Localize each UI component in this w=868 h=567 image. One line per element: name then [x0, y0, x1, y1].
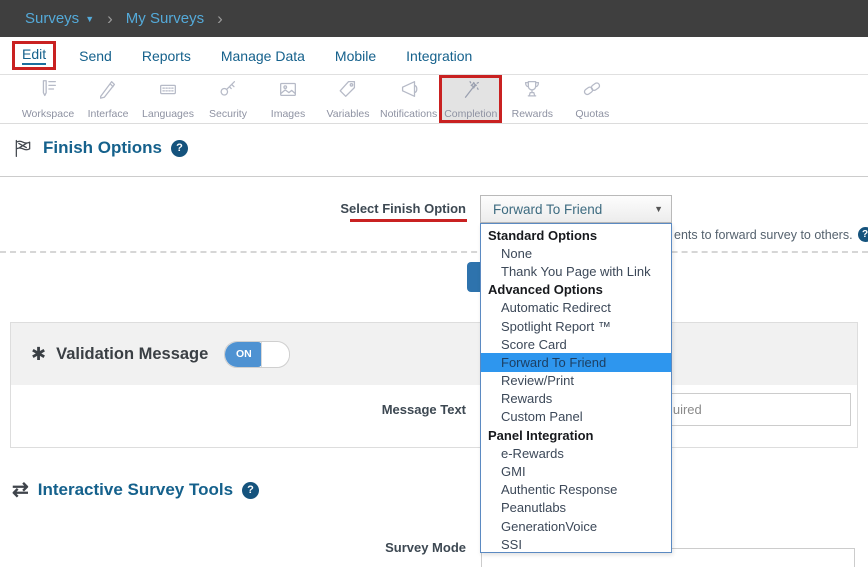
picture-icon: [276, 78, 300, 105]
megaphone-icon: [397, 78, 421, 105]
toolbar-label: Rewards: [512, 108, 553, 120]
toolbar-item-notifications[interactable]: Notifications: [378, 75, 439, 123]
toolbar-item-images[interactable]: Images: [258, 75, 318, 123]
dropdown-option[interactable]: Rewards: [481, 390, 671, 408]
toolbar-item-rewards[interactable]: Rewards: [502, 75, 562, 123]
toolbar-item-workspace[interactable]: Workspace: [18, 75, 78, 123]
dropdown-option[interactable]: SSI: [481, 535, 671, 553]
menu-item-send[interactable]: Send: [79, 48, 112, 64]
validation-toggle[interactable]: ON: [224, 341, 290, 368]
toolbar-label: Completion: [444, 108, 497, 120]
main-menu-bar: Edit Send Reports Manage Data Mobile Int…: [0, 37, 868, 75]
swap-arrows-icon: ⇄: [12, 480, 29, 500]
section-divider: [0, 176, 868, 177]
dropdown-group-label: Advanced Options: [481, 281, 671, 299]
dropdown-option[interactable]: e-Rewards: [481, 444, 671, 462]
toolbar-label: Languages: [142, 108, 194, 120]
breadcrumb-separator-icon: ›: [107, 10, 113, 27]
dropdown-option[interactable]: Score Card: [481, 335, 671, 353]
dropdown-option[interactable]: Spotlight Report ™: [481, 317, 671, 335]
toolbar-item-completion[interactable]: Completion: [439, 75, 502, 123]
breadcrumb-my-surveys[interactable]: My Surveys: [126, 10, 204, 27]
toggle-knob: [261, 342, 289, 367]
validation-message-card: ✱ Validation Message ON: [10, 322, 858, 448]
interactive-tools-title: Interactive Survey Tools: [38, 480, 233, 500]
edit-toolbar: Workspace Interface Languages Security I…: [0, 75, 868, 124]
finish-option-select[interactable]: Forward To Friend ▼: [480, 195, 672, 223]
tag-icon: [336, 78, 360, 105]
menu-item-mobile[interactable]: Mobile: [335, 48, 376, 64]
menu-item-edit[interactable]: Edit: [22, 46, 46, 65]
dropdown-option[interactable]: Review/Print: [481, 372, 671, 390]
select-arrow-icon: ▼: [654, 204, 663, 214]
dropdown-option[interactable]: None: [481, 244, 671, 262]
toggle-on-label: ON: [225, 342, 262, 367]
dropdown-option[interactable]: Automatic Redirect: [481, 299, 671, 317]
dropdown-option[interactable]: Thank You Page with Link: [481, 262, 671, 280]
annotation-box-edit: Edit: [12, 41, 56, 70]
toolbar-item-security[interactable]: Security: [198, 75, 258, 123]
dropdown-option[interactable]: Peanutlabs: [481, 499, 671, 517]
finish-options-header: Finish Options ?: [12, 138, 188, 158]
menu-item-reports[interactable]: Reports: [142, 48, 191, 64]
dropdown-option[interactable]: Authentic Response: [481, 481, 671, 499]
breadcrumb-separator-icon: ›: [217, 10, 223, 27]
magic-wand-icon: [459, 78, 483, 105]
toolbar-label: Security: [209, 108, 247, 120]
menu-item-manage-data[interactable]: Manage Data: [221, 48, 305, 64]
dropdown-option[interactable]: GenerationVoice: [481, 517, 671, 535]
dropdown-option-highlighted[interactable]: Forward To Friend: [481, 353, 671, 371]
app-window: Surveys ▼ › My Surveys › Edit Send Repor…: [0, 0, 868, 567]
help-icon[interactable]: ?: [858, 227, 868, 242]
chevron-down-icon[interactable]: ▼: [85, 14, 94, 24]
toolbar-item-languages[interactable]: Languages: [138, 75, 198, 123]
toolbar-label: Variables: [327, 108, 370, 120]
menu-item-integration[interactable]: Integration: [406, 48, 472, 64]
help-icon[interactable]: ?: [242, 482, 259, 499]
toolbar-item-variables[interactable]: Variables: [318, 75, 378, 123]
validation-message-title: Validation Message: [56, 345, 208, 364]
dropdown-option[interactable]: GMI: [481, 462, 671, 480]
toolbar-label: Quotas: [575, 108, 609, 120]
toolbar-label: Workspace: [22, 108, 74, 120]
keyboard-icon: [156, 78, 180, 105]
top-navigation-bar: Surveys ▼ › My Surveys ›: [0, 0, 868, 37]
select-finish-option-label: Select Finish Option: [230, 201, 466, 216]
dropdown-group-label: Panel Integration: [481, 426, 671, 444]
annotation-underline: [350, 219, 467, 222]
pen-icon: [96, 78, 120, 105]
toolbar-label: Interface: [88, 108, 129, 120]
dashed-divider: [0, 251, 868, 253]
validation-card-header: ✱ Validation Message ON: [11, 323, 857, 385]
toolbar-item-quotas[interactable]: Quotas: [562, 75, 622, 123]
pencil-lines-icon: [36, 78, 60, 105]
breadcrumb-surveys[interactable]: Surveys: [25, 10, 79, 27]
toolbar-label: Images: [271, 108, 305, 120]
page-title: Finish Options: [43, 138, 162, 158]
toolbar-label: Notifications: [380, 108, 437, 120]
asterisk-icon: ✱: [31, 344, 46, 365]
chain-links-icon: [580, 78, 604, 105]
interactive-tools-header: ⇄ Interactive Survey Tools ?: [12, 480, 259, 500]
finish-flag-icon: [12, 138, 34, 158]
trophy-icon: [520, 78, 544, 105]
selected-option-text: Forward To Friend: [493, 202, 602, 217]
message-text-label: Message Text: [230, 402, 466, 417]
toolbar-item-interface[interactable]: Interface: [78, 75, 138, 123]
key-icon: [216, 78, 240, 105]
finish-option-dropdown-list: Standard Options None Thank You Page wit…: [480, 223, 672, 553]
note-text: ents to forward survey to others.: [674, 228, 853, 242]
dropdown-option[interactable]: Custom Panel: [481, 408, 671, 426]
finish-option-note: ents to forward survey to others. ?: [674, 227, 868, 242]
dropdown-group-label: Standard Options: [481, 226, 671, 244]
survey-mode-label: Survey Mode: [230, 540, 466, 555]
help-icon[interactable]: ?: [171, 140, 188, 157]
